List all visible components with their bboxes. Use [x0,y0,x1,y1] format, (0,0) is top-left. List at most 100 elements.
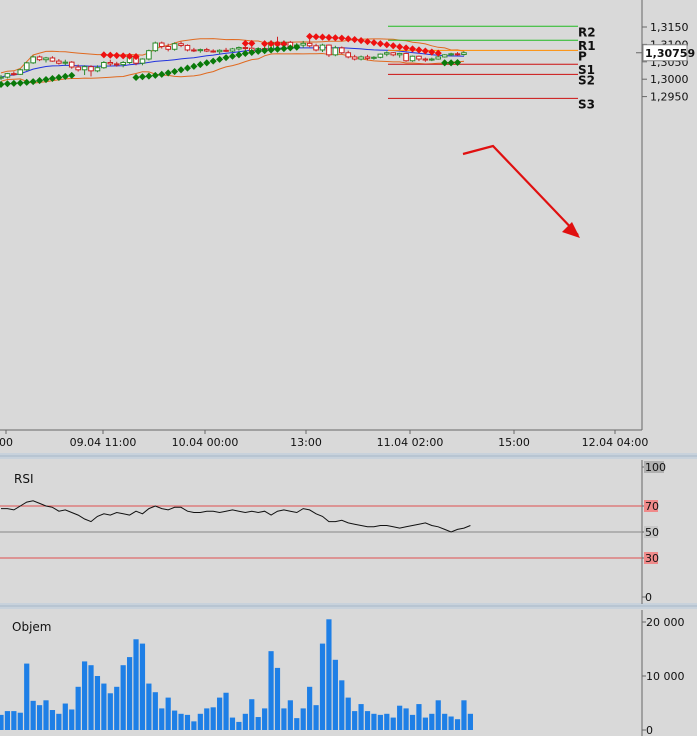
volume-bar [467,713,473,730]
candle [184,44,191,52]
volume-bar [81,661,88,730]
volume-bar [184,714,191,730]
pivot-label-p: P [578,49,587,63]
trading-chart: 1,29501,30001,30501,31001,31500009.04 11… [0,0,697,736]
volume-bar [358,704,364,730]
candle [377,53,384,59]
current-price-label: 1,30759 [645,47,695,60]
volume-bar [294,718,300,730]
candle-body [300,42,307,46]
candle [229,47,236,53]
candle-body [319,44,326,51]
volume-bar [307,686,313,730]
rsi-y-tick-label: 70 [645,500,659,513]
volume-bar [384,713,390,730]
volume-bar [435,700,441,730]
volume-bar [268,651,274,730]
volume-bar [49,710,56,730]
candle-body [461,52,467,55]
volume-bar [409,714,416,730]
candle-body [107,61,114,65]
price-x-tick-label: 09.04 11:00 [70,436,137,449]
volume-bar [461,700,467,730]
volume-bar [88,665,94,730]
candle-body [242,47,249,50]
volume-bar [36,705,43,730]
volume-bar [107,693,113,730]
volume-bar [377,714,383,730]
candle-body [390,52,397,56]
candle-body [152,42,159,52]
candle [146,49,152,61]
candle-body [377,53,384,58]
price-x-tick-label: 10.04 00:00 [172,436,239,449]
candle-body [236,47,242,50]
candle-body [94,67,101,72]
volume-bar [56,713,62,730]
volume-bar [223,692,229,730]
volume-bar [352,711,358,730]
volume-y-tick-label: 0 [646,724,653,736]
volume-bar [287,700,293,730]
volume-bar [300,708,306,730]
volume-bar [172,710,178,730]
volume-bar [403,708,409,730]
volume-bar [94,676,101,730]
pivot-label-s3: S3 [578,97,595,111]
rsi-y-tick-label: 0 [645,591,652,604]
rsi-y-tick-label: 50 [645,526,659,539]
candle-body [338,47,345,54]
candle-body [313,45,319,51]
volume-bar [114,686,120,730]
candle-body [306,42,313,47]
candle-body [23,62,30,71]
candle-body [409,55,416,62]
price-x-tick-label: 11.04 02:00 [377,436,444,449]
volume-bar [75,686,81,730]
volume-bar [242,713,248,730]
rsi-y-tick-label: 100 [645,461,666,474]
candle [326,44,332,57]
price-x-tick-label: 13:00 [290,436,322,449]
volume-bar [319,643,326,730]
volume-bar [4,711,11,730]
volume-bar [30,700,36,730]
candle [409,55,416,62]
volume-bar [371,713,377,730]
candle-body [81,66,88,71]
volume-bar [24,663,30,730]
volume-bar [236,721,242,730]
candle [17,68,24,76]
candle-body [223,49,229,52]
candle-body [62,61,69,64]
volume-bar [11,711,17,730]
volume-bar [422,717,428,730]
price-y-tick-label: 1,2950 [650,91,689,104]
volume-y-tick-label: 20 000 [646,616,685,629]
volume-title: Objem [12,620,51,634]
candle-body [384,52,390,55]
volume-bar [69,709,75,730]
volume-bar [345,697,351,730]
candle-body [11,73,17,76]
candle-body [396,52,403,56]
candle-body [0,76,4,79]
price-y-tick-label: 1,3000 [650,73,689,86]
volume-bar [364,711,371,730]
pivot-label-r2: R2 [578,25,596,39]
volume-bar [152,692,158,730]
candle-body [120,61,126,66]
candle-body [429,58,435,61]
candle-body [68,61,75,68]
candle [101,61,107,69]
candle-body [210,50,216,53]
volume-bar [454,719,461,730]
candle-body [49,57,56,62]
candle-body [345,52,352,58]
volume-bar [101,683,107,730]
volume-bar [262,708,268,730]
candle-body [326,44,332,56]
volume-bar [313,705,319,730]
volume-bar [191,721,197,730]
candle-body [178,43,184,46]
